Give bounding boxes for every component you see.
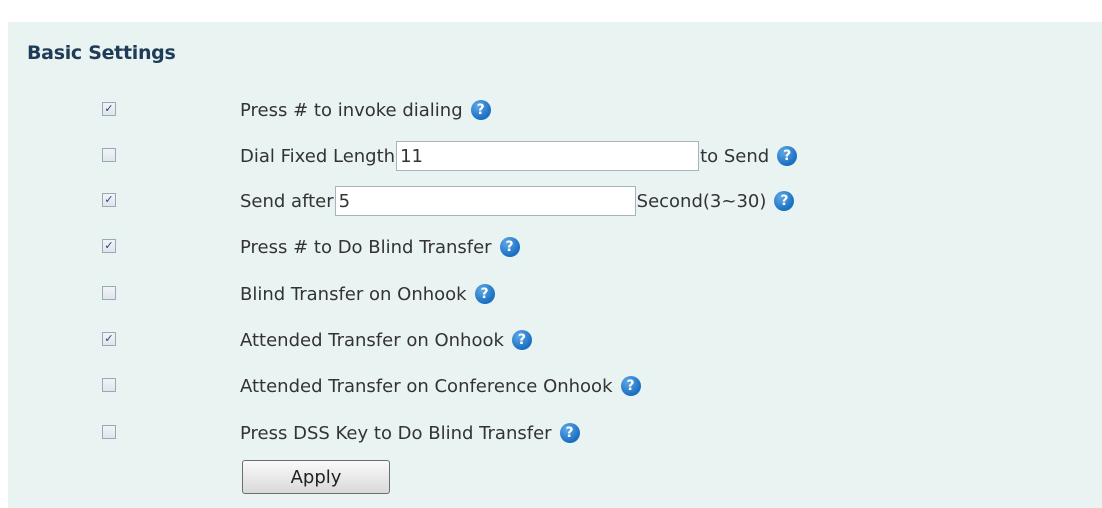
press-hash-dial-label: Press # to invoke dialing — [240, 99, 463, 121]
help-icon[interactable]: ? — [777, 146, 798, 166]
basic-settings-panel: Basic Settings ✓ Press # to invoke diali… — [8, 22, 1102, 508]
press-hash-dial-checkbox[interactable]: ✓ — [102, 102, 116, 116]
help-icon[interactable]: ? — [559, 423, 580, 443]
help-icon[interactable]: ? — [470, 100, 491, 120]
blind-transfer-onhook-label: Blind Transfer on Onhook — [240, 283, 467, 305]
fixed-length-input[interactable] — [396, 141, 700, 171]
setting-row-dial-fixed-length: Dial Fixed Length to Send ? — [8, 141, 1102, 171]
press-hash-blind-transfer-label: Press # to Do Blind Transfer — [240, 236, 492, 258]
setting-row-press-hash-dial: ✓ Press # to invoke dialing ? — [8, 95, 1102, 125]
dial-fixed-length-checkbox[interactable] — [102, 148, 116, 162]
setting-row-dss-key-blind-transfer: Press DSS Key to Do Blind Transfer ? — [8, 418, 1102, 448]
send-after-label: Send after — [240, 190, 334, 212]
help-icon[interactable]: ? — [511, 330, 532, 350]
press-hash-blind-transfer-checkbox[interactable]: ✓ — [102, 239, 116, 253]
dss-key-blind-transfer-label: Press DSS Key to Do Blind Transfer — [240, 422, 552, 444]
setting-row-attended-transfer-onhook: ✓ Attended Transfer on Onhook ? — [8, 325, 1102, 355]
section-title: Basic Settings — [27, 42, 176, 64]
help-icon[interactable]: ? — [620, 376, 641, 396]
attended-transfer-onhook-checkbox[interactable]: ✓ — [102, 332, 116, 346]
attended-transfer-conference-onhook-label: Attended Transfer on Conference Onhook — [240, 375, 613, 397]
seconds-range-label: Second(3~30) — [636, 190, 767, 212]
setting-row-blind-transfer-onhook: Blind Transfer on Onhook ? — [8, 279, 1102, 309]
send-after-seconds-input[interactable] — [334, 186, 636, 216]
apply-button[interactable]: Apply — [242, 460, 390, 494]
help-icon[interactable]: ? — [774, 191, 795, 211]
setting-row-press-hash-blind-transfer: ✓ Press # to Do Blind Transfer ? — [8, 232, 1102, 262]
attended-transfer-onhook-label: Attended Transfer on Onhook — [240, 329, 504, 351]
send-after-checkbox[interactable]: ✓ — [102, 193, 116, 207]
to-send-label: to Send — [700, 145, 770, 167]
attended-transfer-conference-onhook-checkbox[interactable] — [102, 378, 116, 392]
dss-key-blind-transfer-checkbox[interactable] — [102, 425, 116, 439]
blind-transfer-onhook-checkbox[interactable] — [102, 286, 116, 300]
setting-row-attended-transfer-conference-onhook: Attended Transfer on Conference Onhook ? — [8, 371, 1102, 401]
help-icon[interactable]: ? — [474, 284, 495, 304]
setting-row-send-after: ✓ Send after Second(3~30) ? — [8, 186, 1102, 216]
help-icon[interactable]: ? — [499, 237, 520, 257]
dial-fixed-length-label: Dial Fixed Length — [240, 145, 396, 167]
